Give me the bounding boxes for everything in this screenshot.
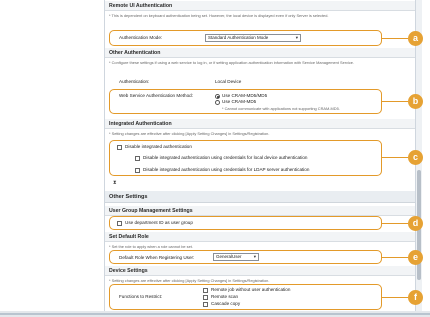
integrated-auth-note: * Setting changes are effective after cl… — [109, 131, 270, 136]
collapse-icon[interactable]: ⧗ — [113, 180, 117, 186]
callout-c: c — [408, 150, 423, 165]
integrated-auth-title: Integrated Authentication — [105, 119, 415, 129]
device-settings-note: * Setting changes are effective after cl… — [109, 278, 270, 283]
callout-b: b — [408, 94, 423, 109]
remote-ui-auth-title: Remote UI Authentication — [105, 1, 415, 11]
device-settings-title: Device Settings — [105, 266, 415, 276]
connector-e — [382, 257, 408, 259]
default-role-title: Set Default Role — [105, 232, 415, 242]
callout-f: f — [408, 290, 423, 305]
highlight-box-b — [109, 89, 382, 114]
highlight-box-d — [109, 216, 382, 230]
callout-e: e — [408, 250, 423, 265]
highlight-box-e — [109, 250, 382, 264]
other-auth-title: Other Authentication — [105, 48, 415, 58]
callout-d: d — [408, 216, 423, 231]
remote-ui-auth-note: * This is dependent on keyboard authenti… — [109, 13, 329, 18]
connector-a — [382, 38, 408, 40]
callout-a: a — [408, 31, 423, 46]
scrollbar-track — [0, 313, 430, 315]
authentication-label: Authentication: — [119, 79, 150, 84]
highlight-box-f — [109, 284, 382, 310]
user-group-title: User Group Management Settings — [105, 206, 415, 216]
other-settings-title: Other Settings — [105, 191, 415, 203]
authentication-value: Local Device — [215, 79, 242, 84]
highlight-box-a — [109, 30, 382, 46]
default-role-note: * Set the role to apply when a role cann… — [109, 244, 193, 249]
highlight-box-c — [109, 140, 382, 176]
connector-c — [382, 157, 408, 159]
connector-b — [382, 101, 408, 103]
connector-f — [382, 297, 408, 299]
connector-d — [382, 223, 408, 225]
horizontal-scrollbar[interactable] — [0, 311, 430, 317]
other-auth-note: * Configure these settings if using a we… — [109, 60, 355, 65]
